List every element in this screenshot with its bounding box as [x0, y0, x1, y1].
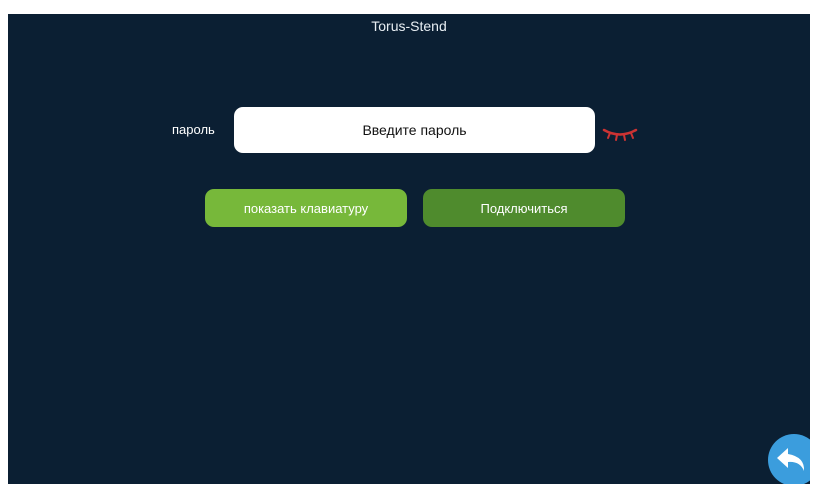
- eye-closed-icon[interactable]: [600, 122, 640, 142]
- password-placeholder: Введите пароль: [362, 122, 467, 138]
- back-arrow-icon[interactable]: [766, 432, 810, 484]
- connect-button[interactable]: Подключиться: [423, 189, 625, 227]
- app-screen: Torus-Stend пароль Введите пароль показа…: [8, 14, 810, 484]
- connect-label: Подключиться: [480, 200, 568, 216]
- password-input[interactable]: Введите пароль: [234, 107, 595, 153]
- password-label: пароль: [172, 122, 215, 137]
- show-keyboard-button[interactable]: показать клавиатуру: [205, 189, 407, 227]
- show-keyboard-label: показать клавиатуру: [243, 200, 369, 216]
- page-title: Torus-Stend: [371, 18, 447, 34]
